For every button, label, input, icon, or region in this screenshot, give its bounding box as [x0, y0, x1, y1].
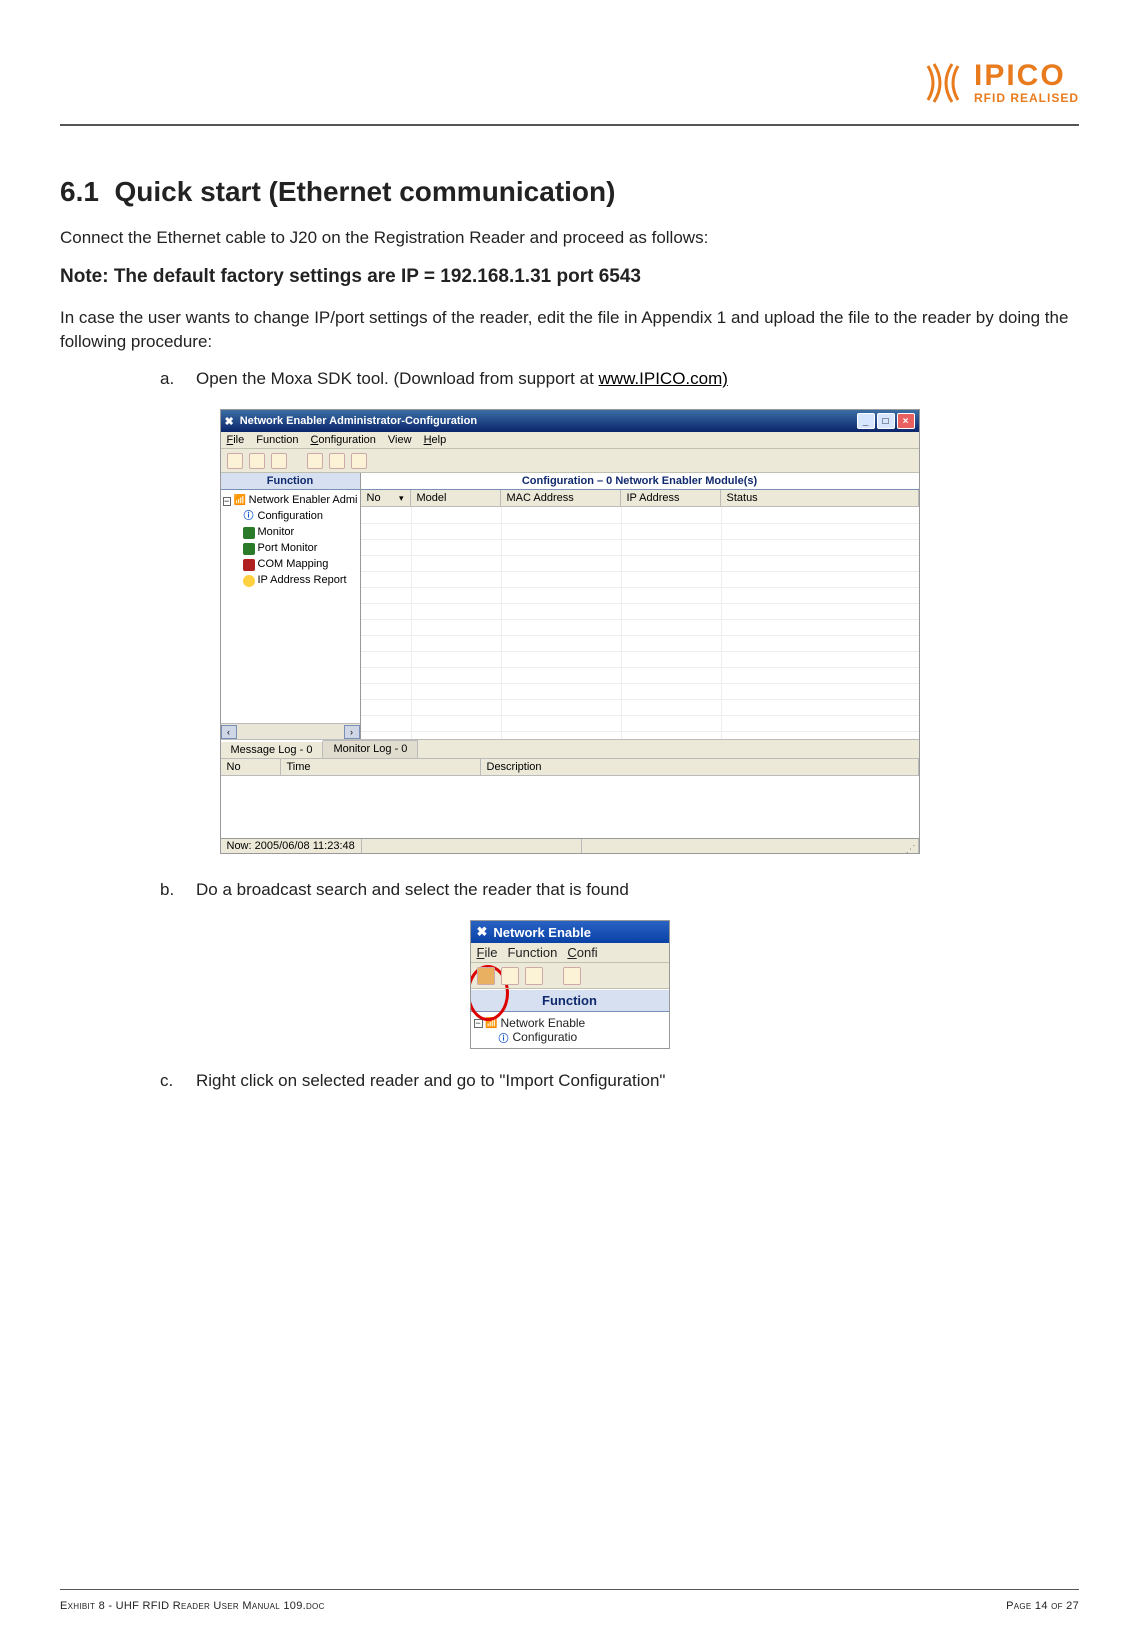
tree-configuration[interactable]: Configuration: [258, 509, 323, 525]
moxa-admin-window: ✖ Network Enabler Administrator-Configur…: [220, 409, 920, 854]
scroll-right-button[interactable]: ›: [344, 725, 360, 739]
log-col-time[interactable]: Time: [281, 759, 481, 775]
intro-paragraph: Connect the Ethernet cable to J20 on the…: [60, 226, 1079, 250]
log-col-no[interactable]: No: [221, 759, 281, 775]
menu-file[interactable]: File: [227, 434, 245, 446]
tab-message-log[interactable]: Message Log - 0: [221, 740, 324, 758]
step-marker: a.: [160, 369, 182, 389]
tree-port-monitor[interactable]: Port Monitor: [258, 541, 318, 557]
toolbar-search-icon[interactable]: [477, 967, 495, 985]
col-model[interactable]: Model: [411, 490, 501, 506]
header-divider: [60, 124, 1079, 126]
menu-help[interactable]: Help: [424, 434, 447, 446]
menu-view[interactable]: View: [388, 434, 412, 446]
log-col-desc[interactable]: Description: [481, 759, 919, 775]
grid-body[interactable]: [361, 507, 919, 739]
step-marker: c.: [160, 1071, 182, 1091]
toolbar: [471, 963, 669, 989]
tree-monitor[interactable]: Monitor: [258, 525, 295, 541]
tree-configuration[interactable]: Configuratio: [513, 1030, 578, 1044]
moxa-admin-zoom-window: ✖ Network Enable File Function Confi Fun…: [470, 920, 670, 1049]
menu-bar: File Function Confi: [471, 943, 669, 963]
log-body[interactable]: [221, 776, 919, 838]
app-icon: ✖: [225, 415, 234, 428]
brand-tagline: RFID REALISED: [974, 91, 1079, 105]
log-tabs: Message Log - 0 Monitor Log - 0: [221, 739, 919, 758]
change-paragraph: In case the user wants to change IP/port…: [60, 306, 1079, 354]
note-heading: Note: The default factory settings are I…: [60, 266, 1079, 288]
ip-report-icon: [243, 575, 255, 587]
step-c: c. Right click on selected reader and go…: [160, 1071, 1079, 1091]
function-tree[interactable]: − 📶 Network Enabler Admi ⓘ Configuration…: [221, 490, 360, 723]
step-marker: b.: [160, 880, 182, 900]
window-title: Network Enable: [493, 925, 591, 940]
info-icon: ⓘ: [498, 1031, 510, 1043]
window-titlebar[interactable]: ✖ Network Enable: [471, 921, 669, 943]
page-footer: Exhibit 8 - UHF RFID Reader User Manual …: [60, 1589, 1079, 1612]
toolbar-icon[interactable]: [329, 453, 345, 469]
minimize-button[interactable]: _: [857, 413, 875, 429]
col-ip[interactable]: IP Address: [621, 490, 721, 506]
function-tree-pane: Function − 📶 Network Enabler Admi ⓘ Conf…: [221, 473, 361, 739]
menu-file[interactable]: File: [477, 945, 498, 960]
close-button[interactable]: ×: [897, 413, 915, 429]
info-icon: ⓘ: [243, 511, 255, 523]
scroll-left-button[interactable]: ‹: [221, 725, 237, 739]
toolbar-icon[interactable]: [227, 453, 243, 469]
step-b: b. Do a broadcast search and select the …: [160, 880, 1079, 900]
tree-hscrollbar[interactable]: ‹ ›: [221, 723, 360, 739]
toolbar-icon[interactable]: [501, 967, 519, 985]
module-list-header: Configuration – 0 Network Enabler Module…: [361, 473, 919, 490]
function-header: Function: [221, 473, 360, 490]
tree-ip-report[interactable]: IP Address Report: [258, 573, 347, 589]
col-mac[interactable]: MAC Address: [501, 490, 621, 506]
window-title: Network Enabler Administrator-Configurat…: [240, 415, 477, 427]
toolbar-icon[interactable]: [563, 967, 581, 985]
grid-header: No ▾ Model MAC Address IP Address Status: [361, 490, 919, 507]
toolbar: [221, 449, 919, 473]
footer-doc-title: Exhibit 8 - UHF RFID Reader User Manual …: [60, 1600, 325, 1612]
tab-monitor-log[interactable]: Monitor Log - 0: [323, 740, 418, 758]
section-heading: 6.1 Quick start (Ethernet communication): [60, 176, 1079, 208]
footer-divider: [60, 1589, 1079, 1590]
menu-configuration[interactable]: Configuration: [310, 434, 375, 446]
function-tree[interactable]: − 📶 Network Enable ⓘ Configuratio: [471, 1012, 669, 1048]
logo-mark-icon: [920, 60, 966, 106]
app-icon: ✖: [477, 924, 488, 940]
collapse-icon[interactable]: −: [474, 1019, 483, 1028]
port-monitor-icon: [243, 543, 255, 555]
toolbar-icon[interactable]: [525, 967, 543, 985]
resize-grip-icon[interactable]: ⋰: [906, 847, 916, 852]
com-mapping-icon: [243, 559, 255, 571]
menu-bar: File Function Configuration View Help: [221, 432, 919, 449]
step-a: a. Open the Moxa SDK tool. (Download fro…: [160, 369, 1079, 389]
toolbar-icon[interactable]: [271, 453, 287, 469]
window-titlebar[interactable]: ✖ Network Enabler Administrator-Configur…: [221, 410, 919, 432]
menu-configuration[interactable]: Confi: [567, 945, 597, 960]
maximize-button[interactable]: □: [877, 413, 895, 429]
status-bar: Now: 2005/06/08 11:23:48 ⋰: [221, 838, 919, 853]
brand-logo: IPICO RFID REALISED: [920, 60, 1079, 106]
page-header: IPICO RFID REALISED: [60, 60, 1079, 106]
footer-page-number: Page 14 of 27: [1006, 1600, 1079, 1612]
toolbar-icon[interactable]: [351, 453, 367, 469]
monitor-icon: [243, 527, 255, 539]
module-list-pane: Configuration – 0 Network Enabler Module…: [361, 473, 919, 739]
toolbar-icon[interactable]: [307, 453, 323, 469]
col-no[interactable]: No ▾: [361, 490, 411, 506]
tree-com-mapping[interactable]: COM Mapping: [258, 557, 329, 573]
brand-name: IPICO: [974, 61, 1079, 91]
menu-function[interactable]: Function: [507, 945, 557, 960]
col-status[interactable]: Status: [721, 490, 919, 506]
function-header: Function: [471, 989, 669, 1012]
menu-function[interactable]: Function: [256, 434, 298, 446]
ipico-link[interactable]: www.IPICO.com): [599, 369, 728, 388]
collapse-icon[interactable]: −: [223, 497, 231, 506]
toolbar-icon[interactable]: [249, 453, 265, 469]
log-header: No Time Description: [221, 758, 919, 776]
status-now: Now: 2005/06/08 11:23:48: [221, 839, 362, 853]
